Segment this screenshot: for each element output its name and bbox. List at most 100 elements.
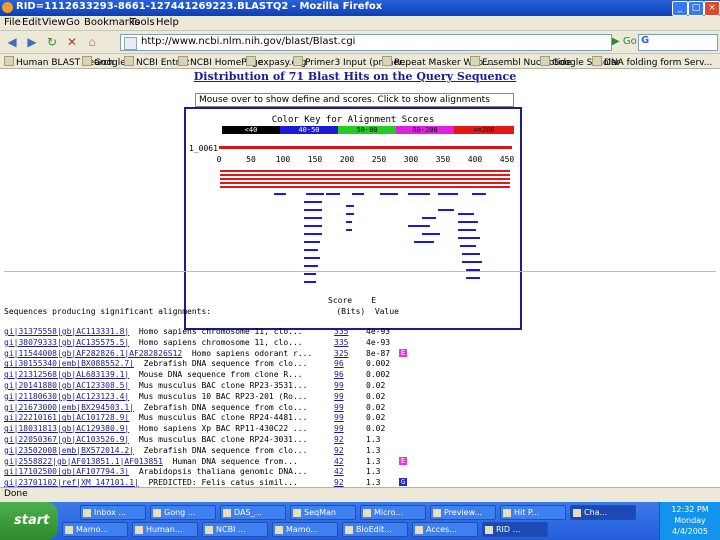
alignment-hit-bar[interactable] <box>220 178 510 180</box>
alignment-hit-bar[interactable] <box>220 186 510 188</box>
alignment-hit-bar[interactable] <box>466 277 480 279</box>
stop-icon[interactable]: ✕ <box>64 34 80 50</box>
alignment-hit-bar[interactable] <box>220 170 510 172</box>
menu-view[interactable]: View <box>42 17 66 28</box>
back-icon[interactable]: ◀ <box>4 34 20 50</box>
alignment-hit-bar[interactable] <box>438 193 458 195</box>
menu-go[interactable]: Go <box>66 17 80 28</box>
close-button[interactable]: × <box>704 1 720 16</box>
alignment-hit-bar[interactable] <box>304 217 322 219</box>
alignment-hit-bar[interactable] <box>422 217 436 219</box>
forward-icon[interactable]: ▶ <box>24 34 40 50</box>
alignment-hit-bar[interactable] <box>458 221 478 223</box>
go-button[interactable]: ▶ Go <box>612 36 637 47</box>
taskbar-window-button[interactable]: Mamo... <box>272 522 338 537</box>
result-accession-link[interactable]: gi|22210161|gb|AC101728.9| <box>4 413 129 422</box>
result-score-link[interactable]: 99 <box>334 392 344 401</box>
result-score-link[interactable]: 92 <box>334 435 344 444</box>
taskbar-window-button[interactable]: Micro... <box>360 505 426 520</box>
alignment-hit-bar[interactable] <box>304 225 322 227</box>
taskbar-window-button[interactable]: NCBI ... <box>202 522 268 537</box>
home-icon[interactable]: ⌂ <box>84 34 100 50</box>
alignment-hit-bar[interactable] <box>304 265 318 267</box>
menu-edit[interactable]: Edit <box>22 17 41 28</box>
result-accession-link[interactable]: gi|23701102|ref|XM_147101.1| <box>4 478 139 487</box>
result-accession-link[interactable]: gi|21312568|gb|AL683139.1| <box>4 370 129 379</box>
alignment-hit-bar[interactable] <box>352 193 364 195</box>
gene-link-icon[interactable]: G <box>399 478 407 487</box>
taskbar-window-button[interactable]: Preview... <box>430 505 496 520</box>
alignment-hit-bar[interactable] <box>304 249 318 251</box>
alignment-hit-bar[interactable] <box>304 257 320 259</box>
taskbar-window-button[interactable]: Acces... <box>412 522 478 537</box>
result-score-link[interactable]: 42 <box>334 457 344 466</box>
result-accession-link[interactable]: gi|31375558|gb|AC113331.8| <box>4 327 129 336</box>
result-score-link[interactable]: 99 <box>334 424 344 433</box>
alignment-hit-bar[interactable] <box>220 182 510 184</box>
mouseover-info-field[interactable]: Mouse over to show define and scores. Cl… <box>195 93 514 107</box>
alignment-hit-bar[interactable] <box>220 174 510 176</box>
alignment-hit-bar[interactable] <box>346 213 354 215</box>
alignment-hit-bar[interactable] <box>346 229 352 231</box>
result-accession-link[interactable]: gi|22050367|gb|AC103526.9| <box>4 435 129 444</box>
alignment-hit-bar[interactable] <box>458 229 476 231</box>
taskbar-window-button[interactable]: DAS_... <box>220 505 286 520</box>
alignment-hit-bar[interactable] <box>462 261 482 263</box>
alignment-hit-bar[interactable] <box>380 193 398 195</box>
result-score-link[interactable]: 325 <box>334 349 348 358</box>
result-accession-link[interactable]: gi|11544008|gb|AF282826.1|AF282826S12 <box>4 349 182 358</box>
minimize-button[interactable]: _ <box>672 1 688 16</box>
alignment-hit-bar[interactable] <box>304 273 316 275</box>
result-score-link[interactable]: 335 <box>334 338 348 347</box>
reload-icon[interactable]: ↻ <box>44 34 60 50</box>
search-box[interactable]: G <box>638 34 718 51</box>
bookmark-item[interactable]: DNA folding form Serv... <box>592 56 712 68</box>
alignment-hit-bar[interactable] <box>472 193 486 195</box>
result-accession-link[interactable]: gi|21673000|emb|BX294503.1| <box>4 403 134 412</box>
alignment-hit-bar[interactable] <box>304 209 322 211</box>
alignment-hit-bar[interactable] <box>306 193 324 195</box>
entrez-link-icon[interactable]: E <box>399 348 407 357</box>
alignment-hit-bar[interactable] <box>304 233 322 235</box>
alignment-hit-bar[interactable] <box>304 281 316 283</box>
result-score-link[interactable]: 96 <box>334 370 344 379</box>
alignment-hit-bar[interactable] <box>438 209 454 211</box>
alignment-hit-bar[interactable] <box>274 193 286 195</box>
taskbar-window-button[interactable]: Inbox ... <box>80 505 146 520</box>
result-score-link[interactable]: 96 <box>334 359 344 368</box>
result-score-link[interactable]: 335 <box>334 327 348 336</box>
result-accession-link[interactable]: gi|2558822|gb|AF013851.1|AF013851 <box>4 457 163 466</box>
alignment-hit-bar[interactable] <box>346 221 352 223</box>
result-score-link[interactable]: 99 <box>334 403 344 412</box>
maximize-button[interactable]: □ <box>688 1 704 16</box>
taskbar-window-button[interactable]: Mamo... <box>62 522 128 537</box>
result-accession-link[interactable]: gi|17102500|gb|AF107794.3| <box>4 467 129 476</box>
entrez-link-icon[interactable]: E <box>399 456 407 465</box>
result-accession-link[interactable]: gi|21180630|gb|AC123123.4| <box>4 392 129 401</box>
result-accession-link[interactable]: gi|30155340|emb|BX088552.7| <box>4 359 134 368</box>
alignment-hit-bar[interactable] <box>326 193 340 195</box>
result-score-link[interactable]: 42 <box>334 467 344 476</box>
alignment-hit-bar[interactable] <box>458 213 474 215</box>
taskbar-window-button[interactable]: BioEdit... <box>342 522 408 537</box>
alignment-hit-bar[interactable] <box>346 205 354 207</box>
taskbar-window-button[interactable]: RID ... <box>482 522 548 537</box>
alignment-hit-bar[interactable] <box>414 241 434 243</box>
alignment-hit-bar[interactable] <box>408 225 430 227</box>
result-score-link[interactable]: 99 <box>334 381 344 390</box>
alignment-hit-bar[interactable] <box>304 241 320 243</box>
taskbar-window-button[interactable]: Human... <box>132 522 198 537</box>
taskbar-window-button[interactable]: Cha... <box>570 505 636 520</box>
start-button[interactable]: start <box>0 502 58 540</box>
menu-help[interactable]: Help <box>156 17 179 28</box>
taskbar-window-button[interactable]: Gong ... <box>150 505 216 520</box>
result-accession-link[interactable]: gi|20141880|gb|AC123308.5| <box>4 381 129 390</box>
taskbar-window-button[interactable]: SeqMan <box>290 505 356 520</box>
alignment-hit-bar[interactable] <box>460 245 476 247</box>
alignment-hit-bar[interactable] <box>462 253 480 255</box>
result-score-link[interactable]: 92 <box>334 478 344 487</box>
menu-file[interactable]: File <box>4 17 21 28</box>
address-bar[interactable]: http://www.ncbi.nlm.nih.gov/blast/Blast.… <box>120 34 612 51</box>
result-accession-link[interactable]: gi|23502008|emb|BX572014.2| <box>4 446 134 455</box>
bookmark-item[interactable]: Google <box>82 56 126 68</box>
